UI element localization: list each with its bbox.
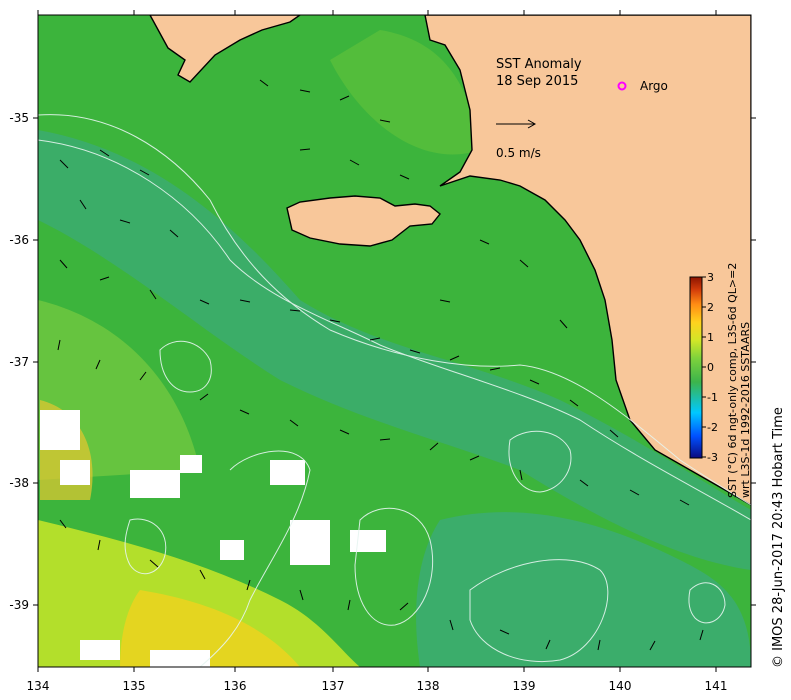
x-tick-label: 141 — [705, 679, 728, 693]
y-tick-label: -36 — [9, 233, 29, 247]
colorbar-title: SST (°C) 6d ngt-only comp, L3S-6d QL>=2 — [726, 263, 739, 498]
map-plot-area — [38, 15, 751, 667]
x-tick-label: 134 — [27, 679, 50, 693]
colorbar-gradient — [689, 276, 703, 459]
x-tick-label: 138 — [417, 679, 440, 693]
colorbar-tick-label: 0 — [707, 361, 714, 374]
colorbar-tick-label: 2 — [707, 301, 714, 314]
x-tick-label: 136 — [224, 679, 247, 693]
x-tick-label: 139 — [513, 679, 536, 693]
argo-label: Argo — [640, 79, 668, 93]
credit-text: © IMOS 28-Jun-2017 20:43 Hobart Time — [771, 407, 786, 668]
y-tick-label: -38 — [9, 476, 29, 490]
x-tick-label: 135 — [123, 679, 146, 693]
map-figure: 134 135 136 137 138 139 140 141 -35 -36 … — [9, 10, 786, 693]
colorbar-tick-label: 3 — [707, 271, 714, 284]
x-tick-label: 137 — [322, 679, 345, 693]
y-tick-label: -35 — [9, 111, 29, 125]
colorbar-tick-label: -2 — [707, 421, 718, 434]
colorbar-subtitle: wrt L3S-1d 1992-2016 SSTAARS — [739, 322, 752, 498]
colorbar-tick-label: 1 — [707, 331, 714, 344]
colorbar-tick-label: -1 — [707, 391, 718, 404]
y-tick-label: -39 — [9, 598, 29, 612]
scale-vector-label: 0.5 m/s — [496, 146, 541, 160]
x-tick-label: 140 — [609, 679, 632, 693]
colorbar-tick-label: -3 — [707, 451, 718, 464]
map-title: SST Anomaly — [496, 57, 582, 72]
y-tick-label: -37 — [9, 355, 29, 369]
map-date: 18 Sep 2015 — [496, 74, 578, 89]
